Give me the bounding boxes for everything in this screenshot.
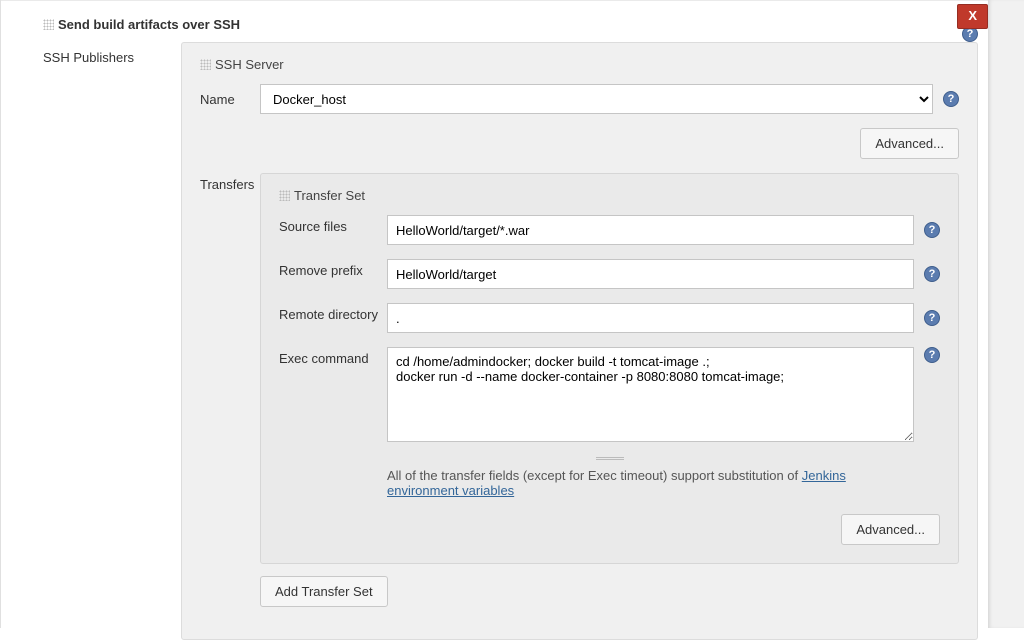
transfers-label: Transfers: [200, 173, 260, 192]
section-title: Send build artifacts over SSH: [58, 17, 240, 32]
transfer-info-text: All of the transfer fields (except for E…: [387, 468, 940, 498]
right-gutter: [988, 0, 1024, 628]
help-icon[interactable]: ?: [943, 91, 959, 107]
name-select[interactable]: Docker_host: [260, 84, 933, 114]
ssh-publishers-label: SSH Publishers: [43, 42, 163, 640]
resize-grip-icon[interactable]: [279, 456, 940, 460]
ssh-server-heading: SSH Server: [200, 57, 959, 72]
source-files-row: Source files ?: [279, 215, 940, 245]
help-icon[interactable]: ?: [924, 266, 940, 282]
help-icon[interactable]: ?: [924, 310, 940, 326]
advanced-button[interactable]: Advanced...: [860, 128, 959, 159]
close-button[interactable]: X: [957, 4, 988, 29]
drag-handle-icon[interactable]: [43, 19, 54, 30]
ssh-server-heading-text: SSH Server: [215, 57, 284, 72]
transfer-set-heading-text: Transfer Set: [294, 188, 365, 203]
add-transfer-set-button[interactable]: Add Transfer Set: [260, 576, 388, 607]
exec-command-label: Exec command: [279, 347, 387, 366]
advanced-button[interactable]: Advanced...: [841, 514, 940, 545]
advanced-row: Advanced...: [200, 128, 959, 159]
remote-directory-input[interactable]: [387, 303, 914, 333]
remote-directory-label: Remote directory: [279, 303, 387, 322]
remove-prefix-input[interactable]: [387, 259, 914, 289]
ssh-publishers-row: SSH Publishers SSH Server Name Docker_ho…: [1, 42, 988, 640]
exec-command-textarea[interactable]: cd /home/admindocker; docker build -t to…: [387, 347, 914, 442]
transfer-advanced-row: Advanced...: [279, 514, 940, 545]
build-step-container: X ? Send build artifacts over SSH SSH Pu…: [0, 0, 988, 628]
drag-handle-icon[interactable]: [279, 190, 290, 201]
remote-directory-row: Remote directory ?: [279, 303, 940, 333]
source-files-input[interactable]: [387, 215, 914, 245]
exec-command-row: Exec command cd /home/admindocker; docke…: [279, 347, 940, 442]
section-header: Send build artifacts over SSH: [1, 0, 988, 42]
transfer-set-heading: Transfer Set: [279, 188, 940, 203]
add-transfer-set-row: Add Transfer Set: [260, 576, 959, 607]
source-files-label: Source files: [279, 215, 387, 234]
info-text-pre: All of the transfer fields (except for E…: [387, 468, 802, 483]
drag-handle-icon[interactable]: [200, 59, 211, 70]
remove-prefix-label: Remove prefix: [279, 259, 387, 278]
transfer-set-panel: Transfer Set Source files ? Remove prefi…: [260, 173, 959, 564]
remove-prefix-row: Remove prefix ?: [279, 259, 940, 289]
name-label: Name: [200, 92, 260, 107]
ssh-server-panel: SSH Server Name Docker_host ? Advanced..…: [181, 42, 978, 640]
transfers-row: Transfers Transfer Set Source files ?: [200, 173, 959, 607]
name-row: Name Docker_host ?: [200, 84, 959, 114]
help-icon[interactable]: ?: [924, 347, 940, 363]
help-icon[interactable]: ?: [924, 222, 940, 238]
